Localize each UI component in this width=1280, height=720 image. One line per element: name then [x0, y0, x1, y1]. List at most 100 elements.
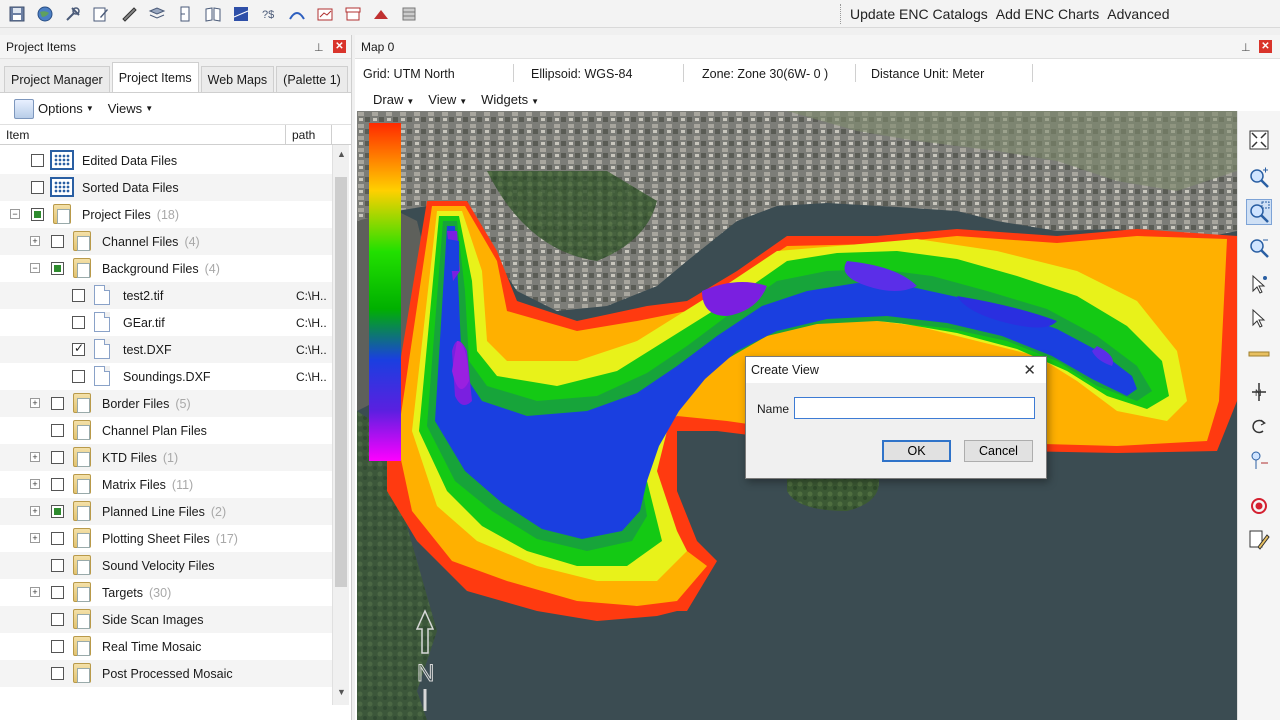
row-checkbox[interactable]: [51, 640, 64, 653]
scroll-thumb[interactable]: [335, 177, 347, 587]
expand-icon[interactable]: +: [30, 533, 40, 543]
row-checkbox[interactable]: [51, 451, 64, 464]
row-checkbox[interactable]: [51, 586, 64, 599]
measure-pin-icon[interactable]: [1246, 447, 1272, 473]
view-menu[interactable]: View ▼: [428, 92, 467, 107]
tools-icon[interactable]: [62, 4, 84, 24]
expand-icon[interactable]: +: [30, 398, 40, 408]
edit-pencil-icon[interactable]: [1246, 527, 1272, 553]
globe-icon[interactable]: [34, 4, 56, 24]
collapse-icon[interactable]: −: [30, 263, 40, 273]
row-checkbox[interactable]: [51, 613, 64, 626]
fit-extent-icon[interactable]: [1246, 127, 1272, 153]
row-checkbox[interactable]: [51, 559, 64, 572]
pin-icon[interactable]: ⊥: [1241, 41, 1251, 54]
row-checkbox[interactable]: [72, 289, 85, 302]
edit-icon[interactable]: [90, 4, 112, 24]
expand-icon[interactable]: +: [30, 587, 40, 597]
zoom-out-icon[interactable]: [1246, 235, 1272, 261]
tab-web-maps[interactable]: Web Maps: [200, 66, 275, 92]
collapse-icon[interactable]: −: [10, 209, 20, 219]
row-checkbox[interactable]: [31, 154, 44, 167]
advanced-button[interactable]: Advanced: [1107, 6, 1169, 22]
mountain-icon[interactable]: [370, 4, 392, 24]
cancel-button[interactable]: Cancel: [964, 440, 1033, 462]
tab-project-items[interactable]: Project Items: [111, 62, 199, 92]
tree-row[interactable]: + Channel Files (4): [0, 228, 332, 255]
save-icon[interactable]: [6, 4, 28, 24]
tree-row[interactable]: GEar.tif C:\H..: [0, 309, 332, 336]
row-checkbox[interactable]: [51, 667, 64, 680]
close-icon[interactable]: ✕: [1259, 40, 1272, 53]
row-checkbox[interactable]: [31, 208, 44, 221]
select-arrow-icon[interactable]: [1246, 305, 1272, 331]
scroll-down-icon[interactable]: ▼: [337, 687, 346, 697]
select-point-icon[interactable]: [1246, 271, 1272, 297]
draw-menu[interactable]: Draw ▼: [373, 92, 414, 107]
scroll-up-icon[interactable]: ▲: [337, 149, 346, 159]
ok-button[interactable]: OK: [882, 440, 951, 462]
row-checkbox[interactable]: [51, 505, 64, 518]
name-input[interactable]: [794, 397, 1035, 419]
widgets-menu[interactable]: Widgets ▼: [481, 92, 539, 107]
zoom-window-icon[interactable]: [1246, 199, 1272, 225]
tab-project-manager[interactable]: Project Manager: [4, 66, 110, 92]
tree-scrollbar[interactable]: ▲ ▼: [332, 145, 349, 705]
row-checkbox[interactable]: [72, 370, 85, 383]
layers-icon[interactable]: [146, 4, 168, 24]
tree-row[interactable]: + Planned Line Files (2): [0, 498, 332, 525]
target-icon[interactable]: [1246, 493, 1272, 519]
zoom-in-icon[interactable]: [1246, 165, 1272, 191]
tree-row[interactable]: − Project Files (18): [0, 201, 332, 228]
add-enc-charts-button[interactable]: Add ENC Charts: [996, 6, 1099, 22]
tree-row[interactable]: Sound Velocity Files: [0, 552, 332, 579]
expand-icon[interactable]: +: [30, 236, 40, 246]
tree-row[interactable]: Side Scan Images: [0, 606, 332, 633]
column-item[interactable]: Item: [0, 125, 286, 144]
row-checkbox[interactable]: [51, 235, 64, 248]
tree-row[interactable]: Edited Data Files: [0, 147, 332, 174]
tree-row[interactable]: + Matrix Files (11): [0, 471, 332, 498]
tree-row[interactable]: + KTD Files (1): [0, 444, 332, 471]
tree-row[interactable]: + Plotting Sheet Files (17): [0, 525, 332, 552]
pin-icon[interactable]: ⊥: [314, 41, 324, 54]
update-enc-catalogs-button[interactable]: Update ENC Catalogs: [850, 6, 988, 22]
close-icon[interactable]: ✕: [333, 40, 346, 53]
ruler-icon[interactable]: [118, 4, 140, 24]
views-menu[interactable]: Views ▼: [108, 101, 153, 116]
tree-row[interactable]: Soundings.DXF C:\H..: [0, 363, 332, 390]
row-checkbox[interactable]: [72, 341, 85, 356]
tree-row[interactable]: + Targets (30): [0, 579, 332, 606]
book-icon[interactable]: [202, 4, 224, 24]
expand-icon[interactable]: +: [30, 452, 40, 462]
tree-row[interactable]: − Background Files (4): [0, 255, 332, 282]
row-checkbox[interactable]: [31, 181, 44, 194]
close-icon[interactable]: ✕: [1023, 361, 1036, 379]
ruler-line-icon[interactable]: [1246, 341, 1272, 367]
row-checkbox[interactable]: [51, 424, 64, 437]
expand-icon[interactable]: +: [30, 479, 40, 489]
tree-row[interactable]: Channel Plan Files: [0, 417, 332, 444]
row-checkbox[interactable]: [51, 478, 64, 491]
column-path[interactable]: path: [286, 125, 332, 144]
chart-icon[interactable]: [314, 4, 336, 24]
survey-icon[interactable]: [286, 4, 308, 24]
row-checkbox[interactable]: [72, 316, 85, 329]
tree-row[interactable]: Sorted Data Files: [0, 174, 332, 201]
options-menu[interactable]: Options ▼: [14, 98, 94, 119]
page-icon[interactable]: [174, 4, 196, 24]
row-checkbox[interactable]: [51, 262, 64, 275]
north-arrow-icon[interactable]: N: [1246, 379, 1272, 405]
tab-palette[interactable]: (Palette 1): [276, 66, 348, 92]
map-flag-icon[interactable]: [230, 4, 252, 24]
tree-row[interactable]: Real Time Mosaic: [0, 633, 332, 660]
rotate-icon[interactable]: [1246, 413, 1272, 439]
archive-icon[interactable]: [342, 4, 364, 24]
tree-row[interactable]: + Border Files (5): [0, 390, 332, 417]
row-checkbox[interactable]: [51, 397, 64, 410]
grid-icon[interactable]: [398, 4, 420, 24]
tree-row[interactable]: test2.tif C:\H..: [0, 282, 332, 309]
row-checkbox[interactable]: [51, 532, 64, 545]
expand-icon[interactable]: +: [30, 506, 40, 516]
tree-row[interactable]: Post Processed Mosaic: [0, 660, 332, 687]
